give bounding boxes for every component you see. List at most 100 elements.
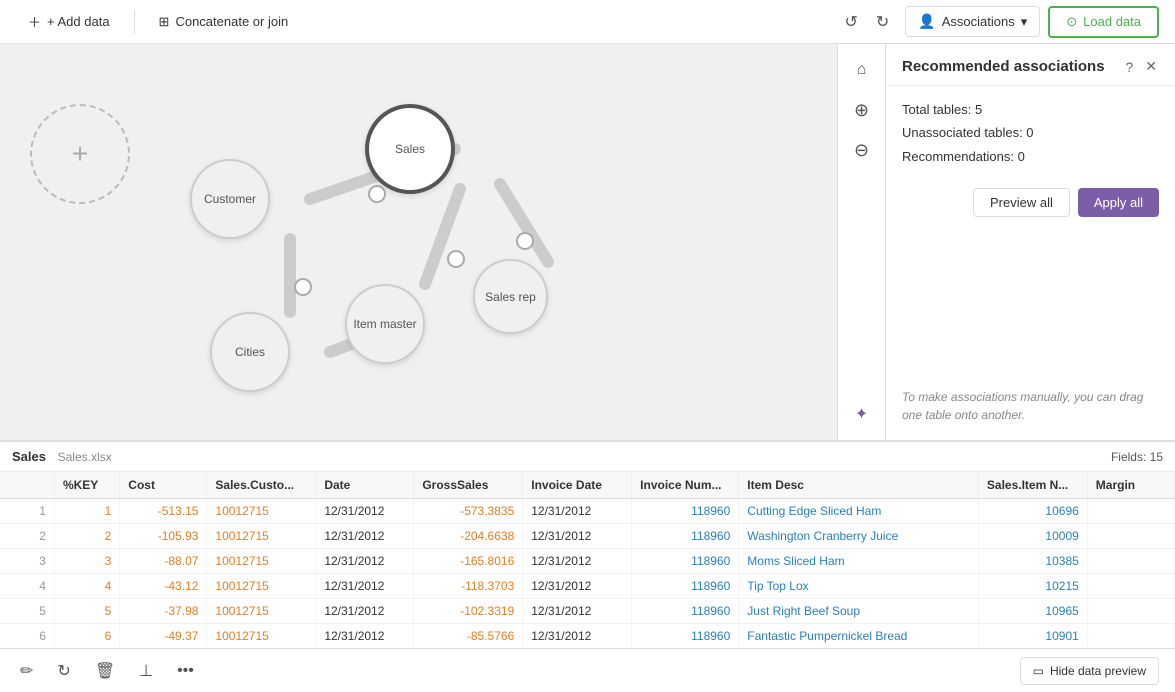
undo-button[interactable]: ↺ — [836, 6, 865, 38]
side-toolbar: ⌂ ⊕ ⊖ ✦ — [837, 44, 885, 440]
row-item-desc: Moms Sliced Ham — [739, 549, 979, 574]
customer-node[interactable]: Customer — [190, 159, 270, 239]
plus-icon: ＋ — [28, 12, 41, 31]
rec-panel-header: Recommended associations ? ✕ — [886, 44, 1175, 86]
row-inv-num: 118960 — [632, 624, 739, 649]
apply-all-button[interactable]: Apply all — [1078, 188, 1159, 217]
more-button[interactable]: ••• — [173, 657, 198, 685]
row-margin — [1087, 499, 1174, 524]
row-gross: -165.8016 — [414, 549, 523, 574]
table-wrap[interactable]: %KEY Cost Sales.Custo... Date GrossSales… — [0, 472, 1175, 648]
filter-icon: ⊥ — [139, 663, 153, 680]
row-item-desc: Cutting Edge Sliced Ham — [739, 499, 979, 524]
row-item-n: 10385 — [978, 549, 1087, 574]
row-num: 6 — [0, 624, 54, 649]
hide-preview-icon: ▭ — [1033, 664, 1044, 678]
rec-help-button[interactable]: ? — [1123, 56, 1135, 77]
home-button[interactable]: ⌂ — [844, 52, 880, 88]
sales-node-label: Sales — [395, 142, 425, 156]
associations-button[interactable]: 👤 Associations ▾ — [905, 6, 1040, 37]
row-key: 1 — [54, 499, 119, 524]
row-inv-date: 12/31/2012 — [523, 524, 632, 549]
row-inv-num: 118960 — [632, 549, 739, 574]
col-header-item-n: Sales.Item N... — [978, 472, 1087, 499]
row-inv-num: 118960 — [632, 574, 739, 599]
rec-panel-title: Recommended associations — [902, 58, 1105, 75]
associations-label: Associations — [942, 14, 1015, 29]
hide-preview-button[interactable]: ▭ Hide data preview — [1020, 657, 1159, 685]
rec-empty-space — [886, 229, 1175, 318]
canvas-area[interactable]: + Sales Customer Item master Sales rep C… — [0, 44, 837, 440]
row-customer: 10012715 — [207, 599, 316, 624]
row-margin — [1087, 624, 1174, 649]
add-data-button[interactable]: ＋ + Add data — [16, 6, 122, 37]
connections-svg — [0, 44, 837, 440]
row-num: 3 — [0, 549, 54, 574]
toolbar-divider-1 — [134, 10, 135, 34]
data-table: %KEY Cost Sales.Custo... Date GrossSales… — [0, 472, 1175, 648]
rec-close-button[interactable]: ✕ — [1143, 56, 1159, 77]
person-icon: 👤 — [918, 13, 935, 30]
row-margin — [1087, 599, 1174, 624]
edit-button[interactable]: ✏ — [16, 657, 37, 685]
row-item-n: 10009 — [978, 524, 1087, 549]
load-data-label: Load data — [1083, 14, 1141, 29]
filter-button[interactable]: ⊥ — [135, 657, 157, 685]
row-cost: -37.98 — [120, 599, 207, 624]
table-name: Sales — [12, 449, 46, 464]
row-date: 12/31/2012 — [316, 524, 414, 549]
row-key: 4 — [54, 574, 119, 599]
row-num: 5 — [0, 599, 54, 624]
add-data-circle[interactable]: + — [30, 104, 130, 204]
rec-message: To make associations manually, you can d… — [886, 319, 1175, 440]
row-key: 6 — [54, 624, 119, 649]
recommendations-stat: Recommendations: 0 — [902, 145, 1159, 168]
table-body: 1 1 -513.15 10012715 12/31/2012 -573.383… — [0, 499, 1175, 649]
row-inv-num: 118960 — [632, 524, 739, 549]
col-header-date: Date — [316, 472, 414, 499]
refresh-button[interactable]: ↻ — [53, 657, 74, 685]
row-date: 12/31/2012 — [316, 624, 414, 649]
item-master-node-label: Item master — [353, 317, 416, 331]
row-item-desc: Washington Cranberry Juice — [739, 524, 979, 549]
more-icon: ••• — [177, 662, 194, 679]
bottom-bar: ✏ ↻ 🗑 ⊥ ••• ▭ Hide data preview — [0, 648, 1175, 692]
zoom-out-button[interactable]: ⊖ — [844, 132, 880, 168]
unassociated-stat: Unassociated tables: 0 — [902, 121, 1159, 144]
concatenate-button[interactable]: ⊞ Concatenate or join — [147, 8, 301, 36]
chevron-down-icon: ▾ — [1021, 14, 1028, 30]
col-header-cost: Cost — [120, 472, 207, 499]
row-gross: -102.3319 — [414, 599, 523, 624]
row-date: 12/31/2012 — [316, 499, 414, 524]
row-item-desc: Fantastic Pumpernickel Bread — [739, 624, 979, 649]
cities-node[interactable]: Cities — [210, 312, 290, 392]
table-header: %KEY Cost Sales.Custo... Date GrossSales… — [0, 472, 1175, 499]
sales-rep-node[interactable]: Sales rep — [473, 259, 548, 334]
sales-node[interactable]: Sales — [365, 104, 455, 194]
cities-node-label: Cities — [235, 345, 265, 359]
redo-button[interactable]: ↻ — [868, 6, 897, 38]
row-inv-num: 118960 — [632, 499, 739, 524]
row-customer: 10012715 — [207, 574, 316, 599]
row-inv-date: 12/31/2012 — [523, 499, 632, 524]
zoom-out-icon: ⊖ — [854, 140, 869, 161]
row-item-n: 10696 — [978, 499, 1087, 524]
file-name: Sales.xlsx — [58, 450, 112, 464]
row-cost: -105.93 — [120, 524, 207, 549]
zoom-in-button[interactable]: ⊕ — [844, 92, 880, 128]
row-customer: 10012715 — [207, 624, 316, 649]
main-area: + Sales Customer Item master Sales rep C… — [0, 44, 1175, 440]
magic-button[interactable]: ✦ — [844, 396, 880, 432]
preview-all-button[interactable]: Preview all — [973, 188, 1070, 217]
item-master-node[interactable]: Item master — [345, 284, 425, 364]
col-header-margin: Margin — [1087, 472, 1174, 499]
row-item-n: 10901 — [978, 624, 1087, 649]
row-customer: 10012715 — [207, 549, 316, 574]
delete-button[interactable]: 🗑 — [91, 657, 119, 685]
zoom-in-icon: ⊕ — [854, 100, 869, 121]
load-data-button[interactable]: ⊙ Load data — [1048, 6, 1159, 38]
total-tables-stat: Total tables: 5 — [902, 98, 1159, 121]
data-area: Sales Sales.xlsx Fields: 15 %KEY Cost Sa… — [0, 440, 1175, 648]
play-circle-icon: ⊙ — [1066, 14, 1077, 30]
row-date: 12/31/2012 — [316, 599, 414, 624]
